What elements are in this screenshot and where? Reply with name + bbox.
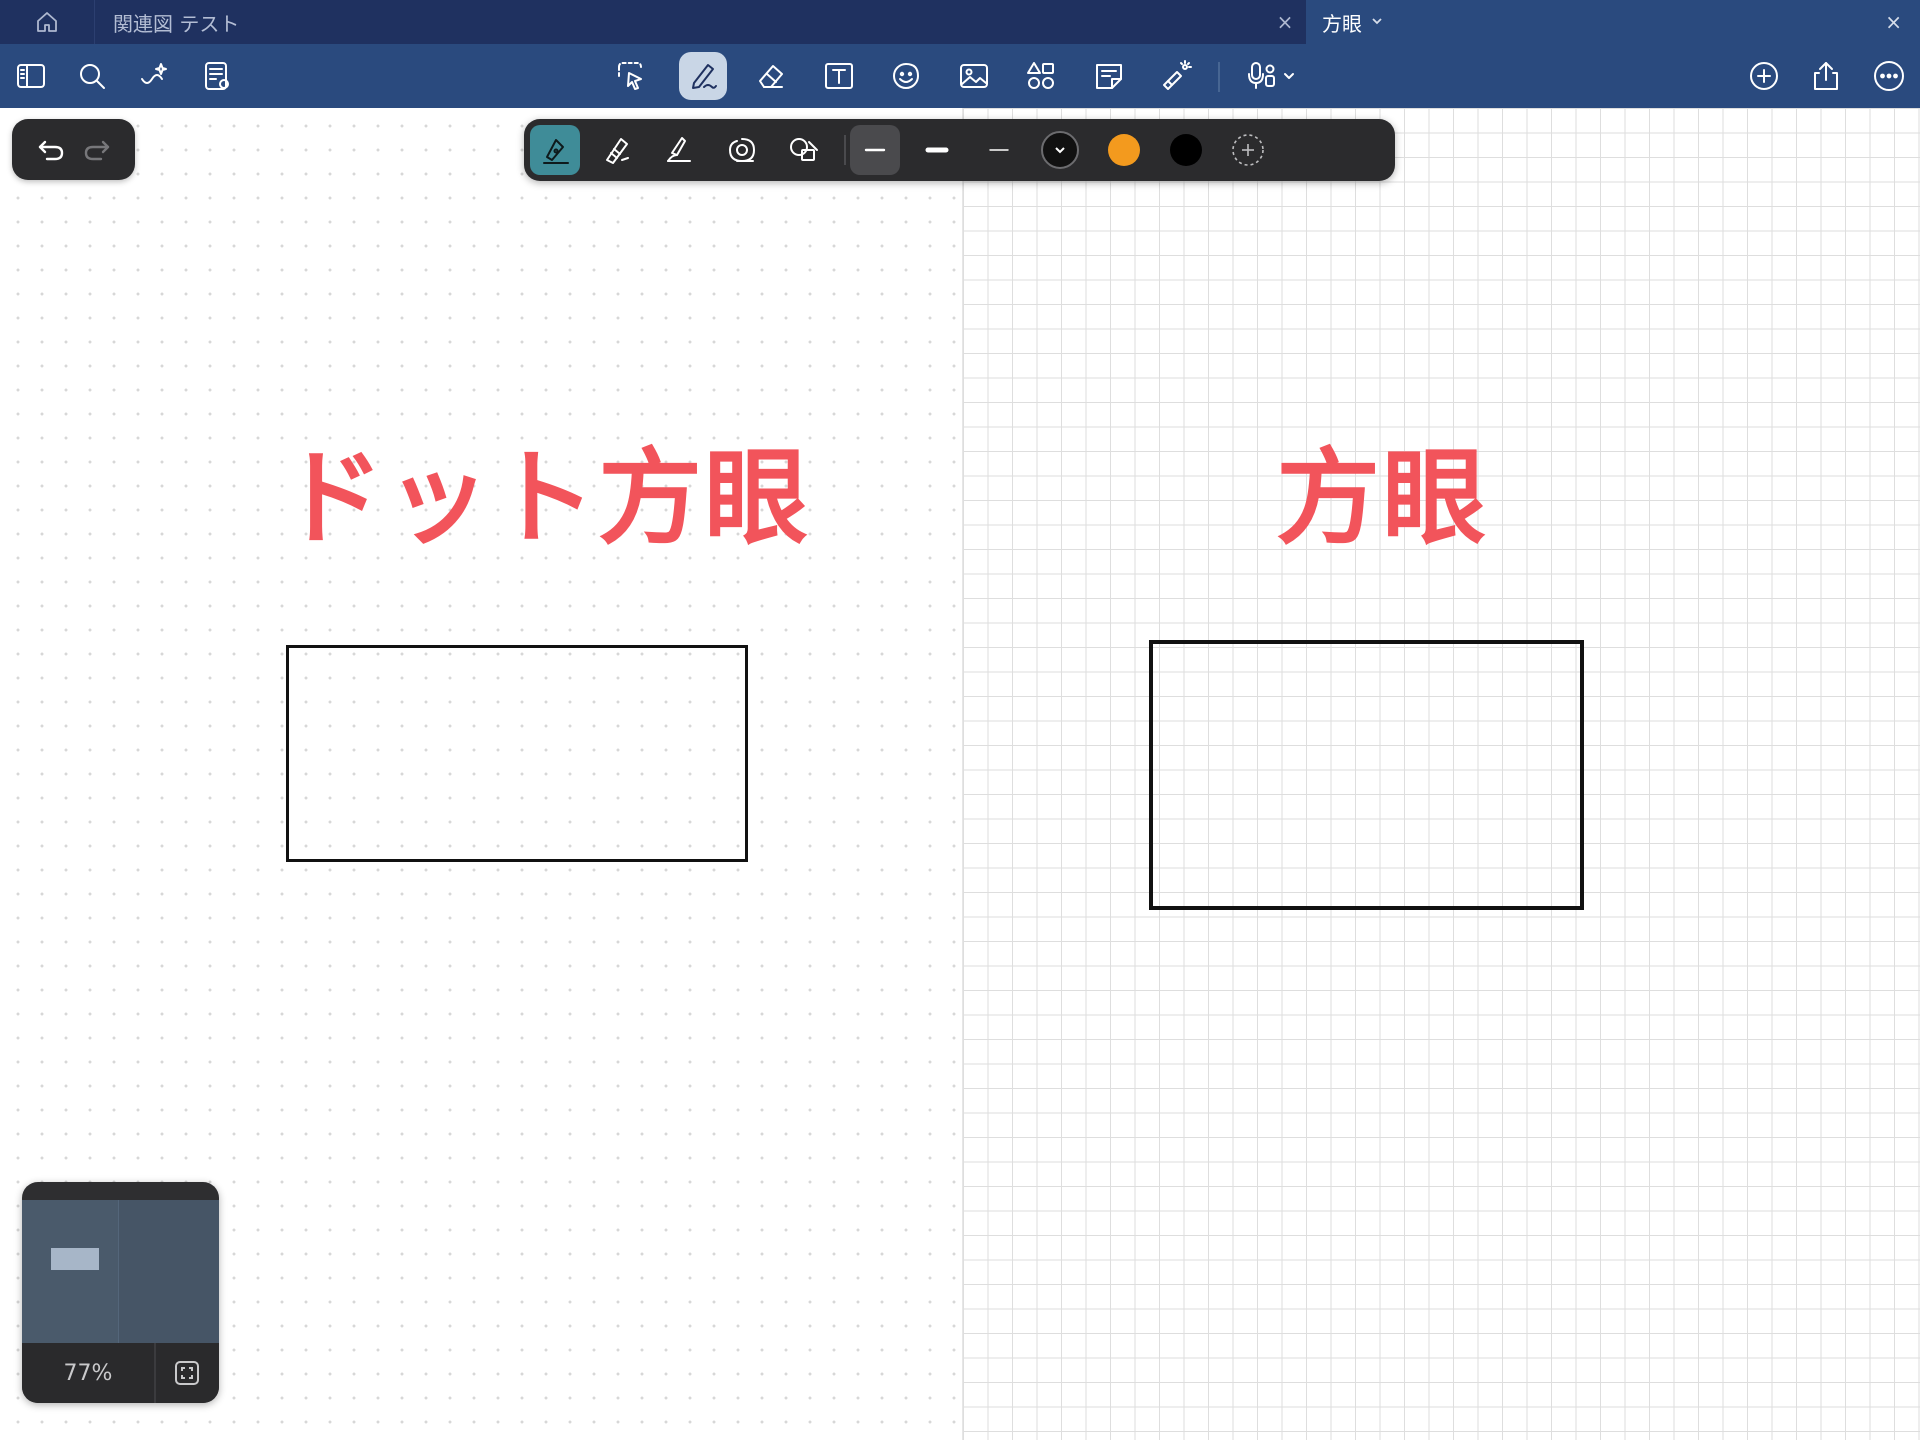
mic-button[interactable] <box>1236 52 1306 100</box>
line-width-thin-icon <box>989 149 1009 151</box>
ball-pen-icon <box>606 138 629 164</box>
line-width-thick-icon <box>925 147 949 153</box>
navigator-divider <box>154 1343 156 1403</box>
sticky-note-button[interactable] <box>1085 52 1133 100</box>
pen-icon <box>692 64 717 89</box>
home-icon <box>37 12 57 32</box>
add-color-button[interactable] <box>1229 131 1267 169</box>
drawn-rectangle-right[interactable] <box>1149 640 1584 910</box>
tab-bar: 関連図 テスト × 方眼 × <box>0 0 1920 44</box>
line-width-medium-icon <box>864 148 886 152</box>
ai-sparkle-icon <box>141 63 167 84</box>
ai-button[interactable] <box>130 52 178 100</box>
add-page-button[interactable] <box>1740 52 1788 100</box>
undo-redo-panel <box>12 119 135 180</box>
image-icon <box>960 64 988 88</box>
heading-dot-grid: ドット方眼 <box>280 437 811 559</box>
add-icon <box>1750 62 1778 90</box>
tab-title: 方眼 <box>1322 11 1362 36</box>
chevron-down-icon <box>1284 73 1294 79</box>
chevron-down-icon <box>1055 147 1065 154</box>
page-settings-button[interactable] <box>193 52 241 100</box>
tab-title: 関連図 テスト <box>113 11 240 36</box>
pen-panel-divider <box>844 135 846 165</box>
heading-square-grid: 方眼 <box>1276 437 1489 559</box>
main-toolbar <box>0 44 1920 108</box>
shapes-icon <box>1027 62 1054 89</box>
sidebar-button[interactable] <box>7 52 55 100</box>
close-icon[interactable]: × <box>1265 10 1305 34</box>
sidebar-icon <box>17 64 45 88</box>
brush-pen-button[interactable] <box>654 125 704 175</box>
laser-pointer-button[interactable] <box>1152 52 1200 100</box>
fit-to-screen-button[interactable] <box>172 1358 202 1388</box>
color-swatch-black[interactable] <box>1170 134 1202 166</box>
fountain-pen-icon <box>543 139 569 164</box>
laser-pointer-icon <box>1163 60 1192 90</box>
navigator-viewport-marker <box>51 1248 99 1270</box>
sticky-note-icon <box>1096 64 1122 89</box>
home-button[interactable] <box>0 0 94 44</box>
shapes-button[interactable] <box>1017 52 1065 100</box>
brush-pen-icon <box>667 137 691 162</box>
text-icon <box>825 63 853 89</box>
zoom-level[interactable]: 77% <box>22 1343 154 1403</box>
undo-icon <box>38 140 64 161</box>
spiral-pen-icon <box>729 138 755 162</box>
drawn-rectangle-left[interactable] <box>286 645 748 862</box>
navigator-preview[interactable] <box>22 1200 219 1343</box>
color-swatch-orange[interactable] <box>1108 134 1140 166</box>
sticker-button[interactable] <box>882 52 930 100</box>
eraser-icon <box>759 65 783 88</box>
shape-pen-icon <box>790 138 818 161</box>
search-icon <box>80 64 105 89</box>
undo-button[interactable] <box>30 129 72 171</box>
text-button[interactable] <box>815 52 863 100</box>
width-medium-button[interactable] <box>850 125 900 175</box>
pen-button[interactable] <box>679 52 727 100</box>
redo-button[interactable] <box>76 129 118 171</box>
navigator-footer: 77% <box>22 1343 219 1403</box>
tab-kanrenzu-test[interactable]: 関連図 テスト × <box>94 0 1305 44</box>
width-thin-button[interactable] <box>974 125 1024 175</box>
spiral-pen-button[interactable] <box>717 125 767 175</box>
toolbar-divider <box>1218 62 1220 92</box>
share-icon <box>1814 62 1838 90</box>
lasso-button[interactable] <box>606 52 654 100</box>
close-icon[interactable]: × <box>1885 10 1902 34</box>
page-settings-icon <box>205 62 229 90</box>
fit-screen-icon <box>175 1361 199 1385</box>
image-button[interactable] <box>950 52 998 100</box>
more-button[interactable] <box>1865 52 1913 100</box>
eraser-button[interactable] <box>747 52 795 100</box>
fountain-pen-button[interactable] <box>530 125 580 175</box>
chevron-down-icon[interactable] <box>1370 13 1384 32</box>
tab-hougan[interactable]: 方眼 × <box>1306 0 1920 44</box>
sticker-icon <box>893 63 919 89</box>
add-color-icon <box>1232 134 1264 166</box>
ball-pen-button[interactable] <box>592 125 642 175</box>
more-icon <box>1874 61 1904 91</box>
shape-pen-button[interactable] <box>779 125 829 175</box>
lasso-icon <box>618 62 642 90</box>
pen-settings-panel <box>524 119 1395 181</box>
search-button[interactable] <box>68 52 116 100</box>
redo-icon <box>84 140 110 161</box>
page-navigator[interactable]: 77% <box>22 1182 219 1403</box>
navigator-preview-right-page <box>118 1200 219 1343</box>
mic-icon <box>1248 62 1275 89</box>
share-button[interactable] <box>1802 52 1850 100</box>
color-swatch-black-selected[interactable] <box>1041 131 1079 169</box>
width-thick-button[interactable] <box>912 125 962 175</box>
